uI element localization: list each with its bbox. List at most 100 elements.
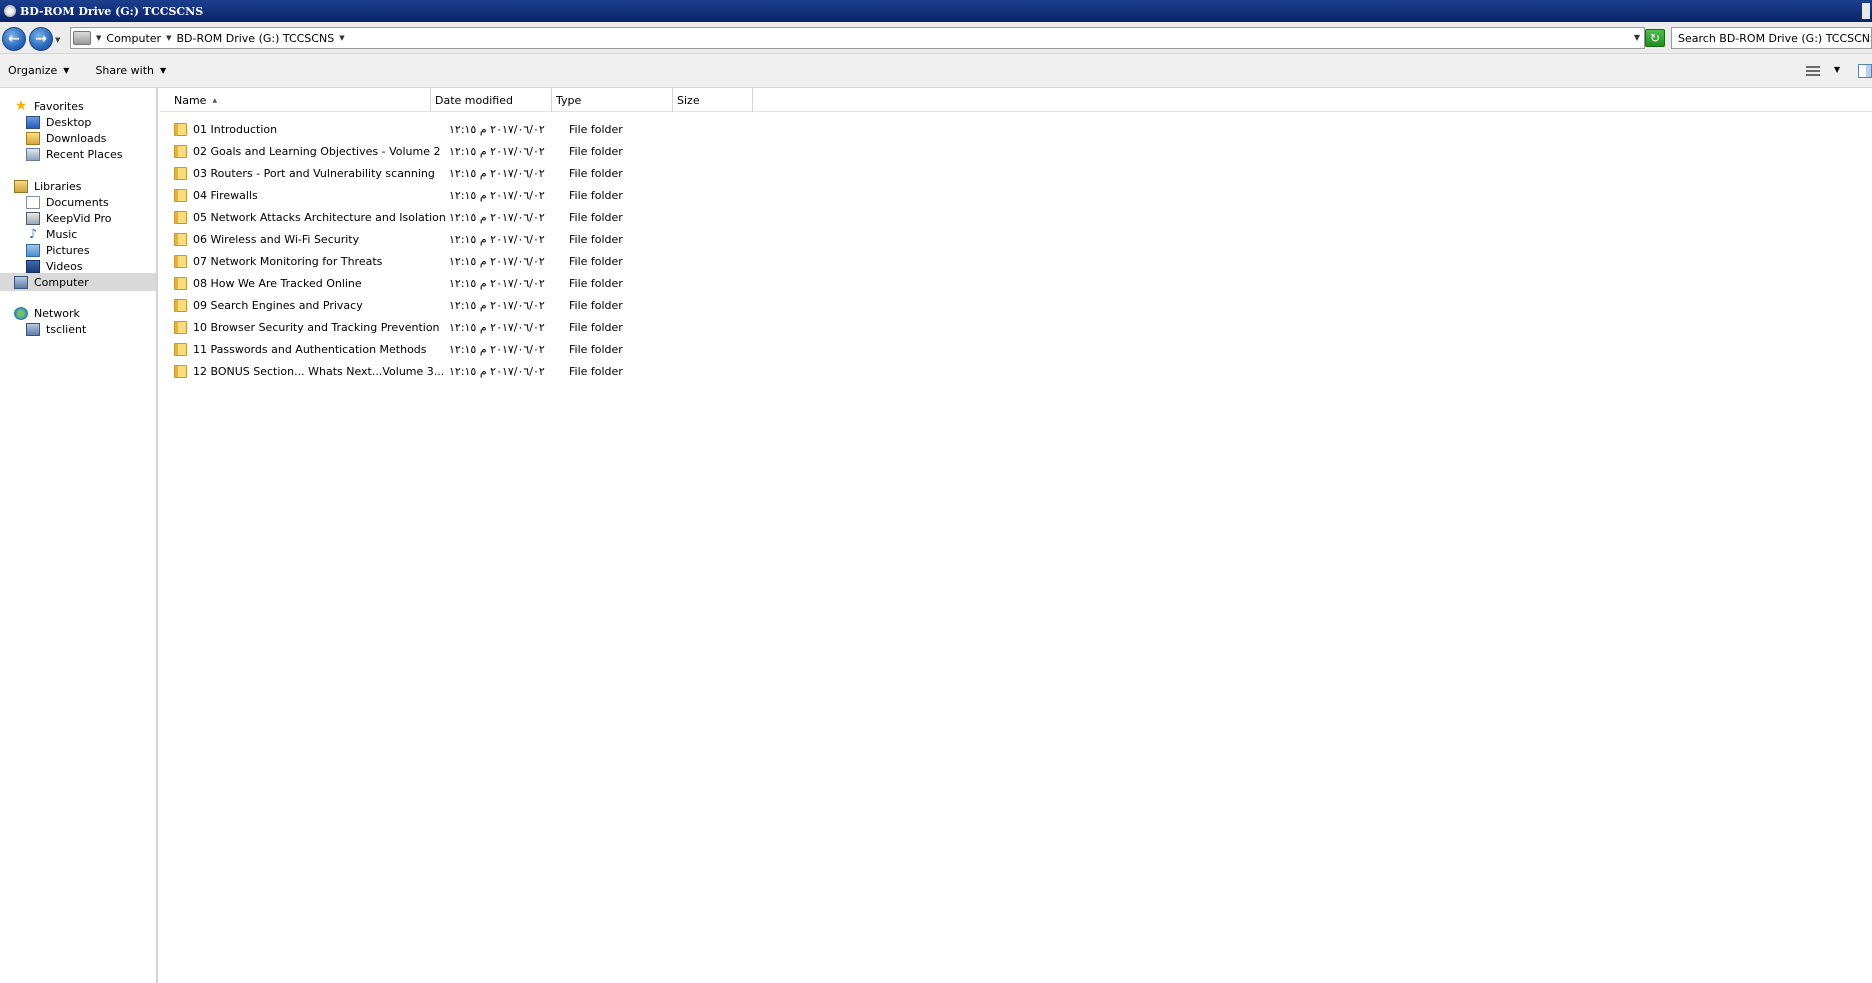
sidebar-item-label: Music: [46, 228, 78, 241]
sidebar-item-network[interactable]: Network: [14, 305, 80, 322]
sidebar-item-music[interactable]: ♪ Music: [26, 226, 77, 243]
sidebar-item-favorites[interactable]: ★ Favorites: [14, 98, 84, 115]
column-header-row: Name ▲ Date modified Type Size: [160, 88, 1872, 112]
network-icon: [14, 307, 28, 320]
file-type: File folder: [569, 342, 623, 356]
sidebar-item-keepvid-pro[interactable]: KeepVid Pro: [26, 210, 111, 227]
refresh-button[interactable]: ↻: [1645, 29, 1665, 47]
file-name: 08 How We Are Tracked Online: [193, 276, 362, 290]
sidebar-item-label: Desktop: [46, 116, 92, 129]
file-row[interactable]: 12 BONUS Section... Whats Next...Volume …: [174, 361, 764, 381]
sidebar-item-label: Libraries: [34, 180, 82, 193]
file-date-modified: ٢٠١٧/٠٦/٠٢ م ١٢:١٥: [449, 166, 545, 180]
title-bar[interactable]: BD-ROM Drive (G:) TCCSCNS: [0, 0, 1872, 22]
sidebar-item-recent-places[interactable]: Recent Places: [26, 146, 123, 163]
column-header-size[interactable]: Size: [673, 88, 753, 112]
forward-button[interactable]: →: [29, 27, 53, 51]
file-row[interactable]: 03 Routers - Port and Vulnerability scan…: [174, 163, 764, 183]
column-header-type[interactable]: Type: [552, 88, 673, 112]
sidebar-item-desktop[interactable]: Desktop: [26, 114, 91, 131]
star-icon: ★: [14, 98, 28, 114]
file-date-modified: ٢٠١٧/٠٦/٠٢ م ١٢:١٥: [449, 276, 545, 290]
address-bar: ← → ▼ ▼ Computer ▼ BD-ROM Drive (G:) TCC…: [0, 22, 1872, 54]
search-input[interactable]: Search BD-ROM Drive (G:) TCCSCNS: [1671, 27, 1872, 49]
chevron-right-icon[interactable]: ▼: [339, 34, 344, 42]
sidebar-item-downloads[interactable]: Downloads: [26, 130, 106, 147]
folder-icon: [174, 254, 187, 268]
sidebar-item-libraries[interactable]: Libraries: [14, 178, 82, 195]
file-type: File folder: [569, 210, 623, 224]
file-name: 01 Introduction: [193, 122, 278, 136]
file-name: 11 Passwords and Authentication Methods: [193, 342, 427, 356]
file-date-modified: ٢٠١٧/٠٦/٠٢ م ١٢:١٥: [449, 254, 545, 268]
file-row[interactable]: 06 Wireless and Wi-Fi Security ٢٠١٧/٠٦/٠…: [174, 229, 764, 249]
sidebar-item-documents[interactable]: Documents: [26, 194, 109, 211]
preview-pane-icon[interactable]: [1858, 64, 1872, 78]
navigation-pane: ★ Favorites Desktop Downloads Recent Pla…: [0, 88, 158, 983]
file-date-modified: ٢٠١٧/٠٦/٠٢ م ١٢:١٥: [449, 210, 545, 224]
file-type: File folder: [569, 298, 623, 312]
file-row[interactable]: 05 Network Attacks Architecture and Isol…: [174, 207, 764, 227]
window-controls[interactable]: [1862, 3, 1870, 19]
sidebar-item-label: Computer: [34, 275, 89, 289]
sidebar-item-label: Pictures: [46, 244, 90, 257]
file-row[interactable]: 08 How We Are Tracked Online ٢٠١٧/٠٦/٠٢ …: [174, 273, 764, 293]
file-date-modified: ٢٠١٧/٠٦/٠٢ م ١٢:١٥: [449, 298, 545, 312]
sort-ascending-icon: ▲: [212, 96, 218, 104]
view-options-dropdown[interactable]: ▼: [1834, 65, 1840, 74]
file-name: 04 Firewalls: [193, 188, 258, 202]
file-list: Name ▲ Date modified Type Size 01 Introd…: [160, 88, 1872, 983]
file-row[interactable]: 01 Introduction ٢٠١٧/٠٦/٠٢ م ١٢:١٥ File …: [174, 119, 764, 139]
folder-icon: [174, 188, 187, 202]
desktop-icon: [26, 116, 40, 129]
computer-icon: [73, 31, 91, 45]
file-row[interactable]: 10 Browser Security and Tracking Prevent…: [174, 317, 764, 337]
file-type: File folder: [569, 254, 623, 268]
organize-button[interactable]: Organize ▼: [8, 64, 69, 77]
file-type: File folder: [569, 276, 623, 290]
folder-icon: [174, 166, 187, 180]
downloads-folder-icon: [26, 132, 40, 145]
file-row[interactable]: 11 Passwords and Authentication Methods …: [174, 339, 764, 359]
breadcrumb-computer[interactable]: Computer: [106, 32, 161, 45]
file-name: 03 Routers - Port and Vulnerability scan…: [193, 166, 435, 180]
file-name: 02 Goals and Learning Objectives - Volum…: [193, 144, 441, 158]
keepvid-library-icon: [26, 212, 40, 225]
file-type: File folder: [569, 144, 623, 158]
refresh-icon: ↻: [1649, 31, 1661, 45]
sidebar-item-tsclient[interactable]: tsclient: [26, 321, 86, 338]
sidebar-item-label: Documents: [46, 196, 109, 209]
chevron-down-icon: ▼: [63, 66, 70, 75]
change-view-icon[interactable]: [1806, 66, 1820, 78]
sidebar-item-computer[interactable]: Computer: [0, 273, 156, 291]
file-type: File folder: [569, 188, 623, 202]
share-with-button[interactable]: Share with ▼: [95, 64, 166, 77]
chevron-right-icon[interactable]: ▼: [96, 34, 101, 42]
column-header-date-modified[interactable]: Date modified: [431, 88, 552, 112]
file-name: 10 Browser Security and Tracking Prevent…: [193, 320, 440, 334]
address-history-dropdown[interactable]: ▼: [1634, 33, 1640, 42]
drive-icon: [4, 5, 16, 17]
file-row[interactable]: 07 Network Monitoring for Threats ٢٠١٧/٠…: [174, 251, 764, 271]
column-header-label: Name: [174, 93, 207, 107]
breadcrumb-drive[interactable]: BD-ROM Drive (G:) TCCSCNS: [176, 32, 334, 45]
recent-pages-dropdown[interactable]: ▼: [55, 36, 60, 44]
back-button[interactable]: ←: [2, 27, 26, 51]
column-header-label: Date modified: [435, 93, 513, 107]
file-name: 06 Wireless and Wi-Fi Security: [193, 232, 360, 246]
chevron-right-icon[interactable]: ▼: [166, 34, 171, 42]
breadcrumb[interactable]: ▼ Computer ▼ BD-ROM Drive (G:) TCCSCNS ▼…: [70, 27, 1645, 49]
libraries-icon: [14, 180, 28, 193]
file-row[interactable]: 04 Firewalls ٢٠١٧/٠٦/٠٢ م ١٢:١٥ File fol…: [174, 185, 764, 205]
network-computer-icon: [26, 323, 40, 336]
file-name: 05 Network Attacks Architecture and Isol…: [193, 210, 445, 224]
file-row[interactable]: 02 Goals and Learning Objectives - Volum…: [174, 141, 764, 161]
column-header-name[interactable]: Name ▲: [160, 88, 431, 112]
file-row[interactable]: 09 Search Engines and Privacy ٢٠١٧/٠٦/٠٢…: [174, 295, 764, 315]
organize-label: Organize: [8, 64, 58, 77]
file-name: 09 Search Engines and Privacy: [193, 298, 363, 312]
sidebar-item-pictures[interactable]: Pictures: [26, 242, 90, 259]
command-bar: Organize ▼ Share with ▼ ▼: [0, 54, 1872, 88]
sidebar-item-label: Favorites: [34, 100, 84, 113]
chevron-down-icon: ▼: [160, 66, 167, 75]
